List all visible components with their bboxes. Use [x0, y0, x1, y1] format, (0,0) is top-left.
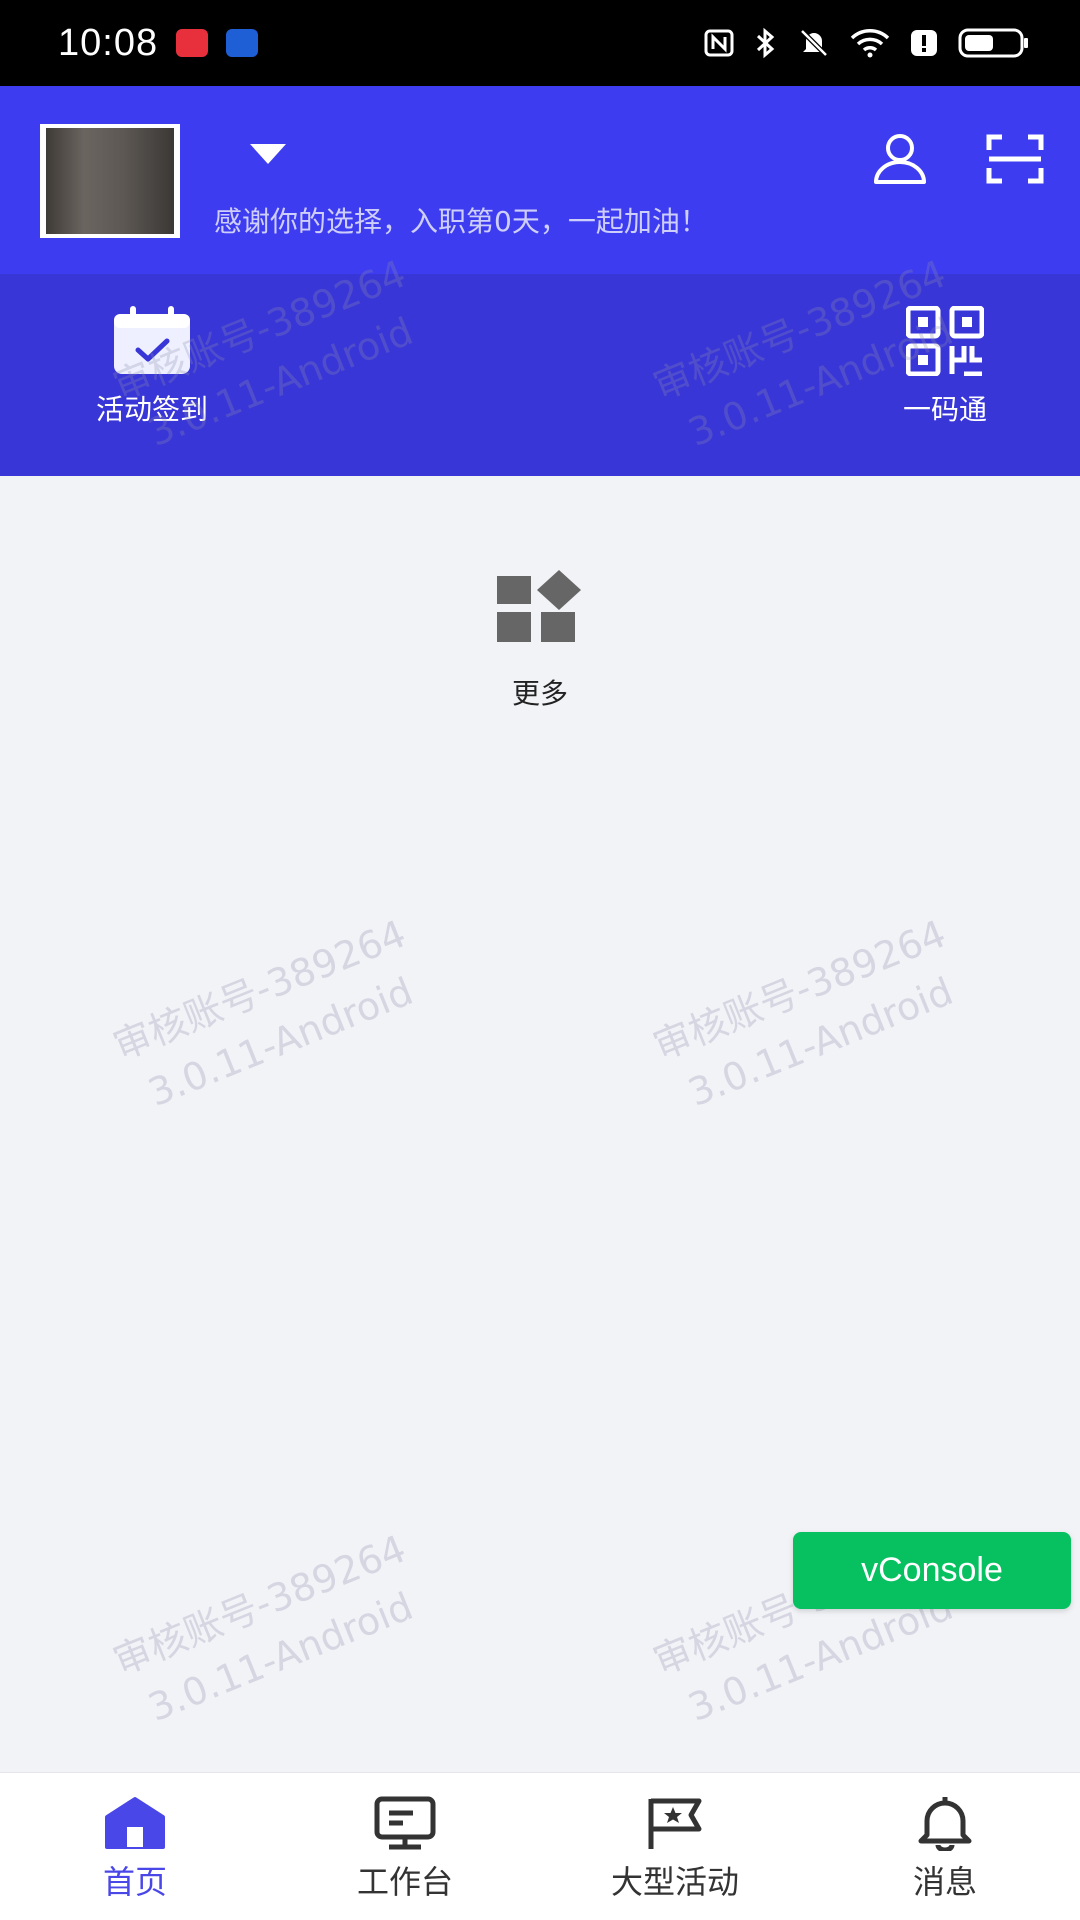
quick-actions-bar: 活动签到 一码通: [0, 274, 1080, 476]
tab-home[interactable]: 首页: [0, 1773, 270, 1920]
quick-action-label: 活动签到: [95, 393, 208, 426]
apps-grid-icon: [497, 570, 581, 642]
status-bar: 10:08: [0, 0, 1080, 86]
header: 感谢你的选择，入职第0天，一起加油！: [0, 86, 1080, 274]
bell-icon: [918, 1797, 972, 1851]
battery-icon: [958, 28, 1028, 58]
bluetooth-icon: [756, 27, 775, 59]
user-profile-icon[interactable]: [870, 132, 930, 186]
status-left: 10:08: [58, 21, 259, 65]
watermark: 审核账号-3892643.0.11-Android: [107, 911, 419, 1115]
notification-app-icon: [226, 29, 259, 57]
tab-label: 消息: [912, 1863, 977, 1901]
tab-label: 大型活动: [610, 1863, 739, 1901]
qr-code-icon: [906, 306, 984, 376]
status-time: 10:08: [58, 21, 159, 64]
dropdown-triangle-icon[interactable]: [250, 144, 286, 166]
more-apps-button[interactable]: 更多: [440, 570, 640, 730]
mute-bell-icon: [800, 29, 828, 57]
one-code-pass-button[interactable]: 一码通: [845, 306, 1045, 456]
wifi-icon: [850, 29, 890, 58]
watermark: 审核账号-3892643.0.11-Android: [107, 1526, 419, 1730]
avatar[interactable]: [40, 124, 180, 238]
welcome-text: 感谢你的选择，入职第0天，一起加油！: [214, 205, 708, 238]
quick-action-label: 一码通: [902, 393, 987, 426]
workbench-icon: [374, 1796, 436, 1850]
tab-label: 首页: [102, 1863, 167, 1901]
alert-icon: [911, 30, 937, 56]
app-screen: 10:08 感谢你的选择，入职第0天，一起加油！ 活动签到 一码通 审核账号-3…: [0, 0, 1080, 1920]
home-icon: [105, 1797, 165, 1849]
activity-checkin-button[interactable]: 活动签到: [52, 306, 252, 456]
status-right: [704, 27, 1030, 59]
avatar-image: [46, 128, 174, 234]
vconsole-button[interactable]: vConsole: [793, 1532, 1071, 1609]
tab-messages[interactable]: 消息: [810, 1773, 1080, 1920]
flag-icon: [648, 1798, 702, 1849]
watermark: 审核账号-3892643.0.11-Android: [647, 911, 959, 1115]
bottom-tab-bar: 首页 工作台 大型活动 消息: [0, 1772, 1080, 1920]
scan-icon[interactable]: [986, 134, 1044, 184]
calendar-check-icon: [114, 306, 190, 374]
nfc-icon: [704, 29, 734, 57]
more-label: 更多: [511, 677, 568, 710]
notification-app-icon: [176, 29, 209, 57]
tab-workbench[interactable]: 工作台: [270, 1773, 540, 1920]
tab-major-events[interactable]: 大型活动: [540, 1773, 810, 1920]
tab-label: 工作台: [356, 1863, 453, 1901]
